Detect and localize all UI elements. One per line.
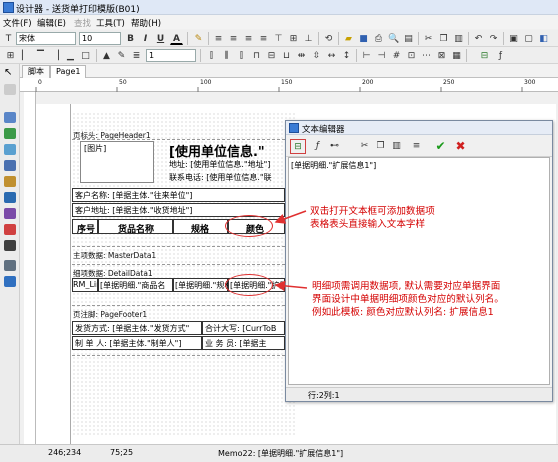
annotation-header-line1: 双击打开文本框可添加数据项 <box>310 206 435 217</box>
position-readout: 246;234 <box>48 448 82 457</box>
annotation-detail-line1: 明细项需调用数据项, 默认需要对应单据界面 <box>312 281 501 292</box>
size-readout: 75;25 <box>110 448 134 457</box>
annotation-arrows <box>274 210 308 292</box>
annotation-header-line2: 表格表头直接输入文本字样 <box>310 219 426 230</box>
annotation-detail-line2: 界面设计中单据明细项颜色对应的默认列名。 <box>312 294 504 305</box>
annotation-detail-line3: 例如此模板: 颜色对应默认列名: 扩展信息1 <box>312 307 494 318</box>
status-bar: 246;234 75;25 Memo22: [单据明细."扩展信息1"] <box>0 444 558 462</box>
selected-object: Memo22: [单据明细."扩展信息1"] <box>218 449 344 458</box>
